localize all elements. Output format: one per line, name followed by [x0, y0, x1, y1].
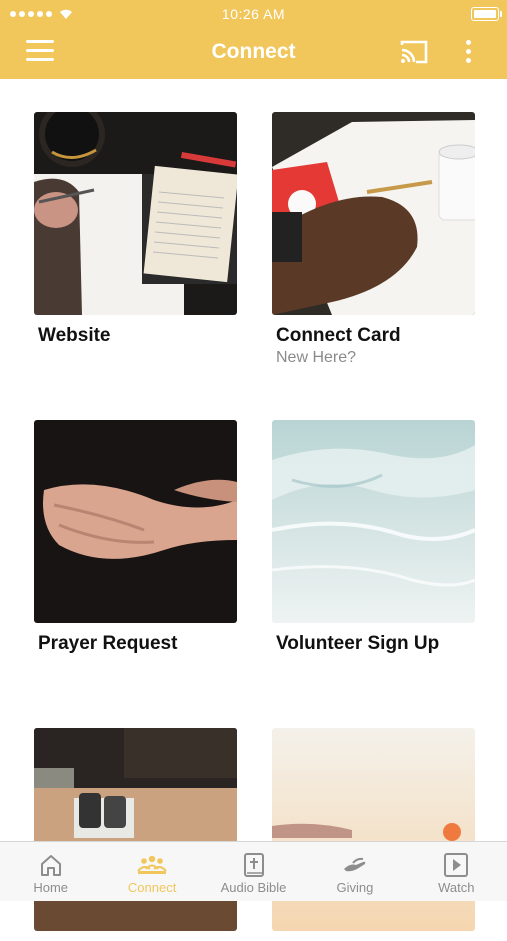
- tab-audio-bible[interactable]: Audio Bible: [203, 842, 304, 901]
- tile-prayer-request[interactable]: Prayer Request: [34, 420, 237, 655]
- play-icon: [444, 853, 469, 877]
- prayer-request-image: [34, 420, 237, 623]
- home-icon: [40, 855, 61, 876]
- connect-card-image: [272, 112, 475, 315]
- tile-5[interactable]: [34, 728, 237, 941]
- tab-home[interactable]: Home: [0, 842, 101, 901]
- tab-watch[interactable]: Watch: [406, 842, 507, 901]
- battery-icon: [471, 7, 502, 21]
- tile-label: Connect Card: [276, 325, 401, 346]
- tile-6[interactable]: [272, 728, 475, 941]
- tile-website[interactable]: Website: [34, 112, 237, 347]
- giving-hand-icon: [343, 857, 366, 872]
- tile-connect-card[interactable]: Connect Card New Here?: [272, 112, 475, 367]
- app-bar: 10:26 AM Connect: [0, 0, 507, 79]
- tab-label: Connect: [127, 880, 177, 895]
- tab-label: Audio Bible: [220, 880, 287, 895]
- people-icon: [137, 855, 167, 874]
- tab-label: Giving: [336, 880, 374, 895]
- tab-label: Home: [33, 880, 69, 895]
- status-bar: 10:26 AM: [0, 0, 507, 28]
- tab-bar: Home Connect Audio Bible Giving Watch: [0, 841, 507, 901]
- volunteer-image: [272, 420, 475, 623]
- bible-icon: [243, 853, 264, 877]
- status-time: 10:26 AM: [221, 6, 286, 22]
- tab-label: Watch: [438, 880, 475, 895]
- tile-volunteer-sign-up[interactable]: Volunteer Sign Up: [272, 420, 475, 655]
- tile-label: Volunteer Sign Up: [276, 633, 440, 654]
- tile-sublabel: New Here?: [276, 349, 357, 366]
- website-image: [34, 112, 237, 315]
- tab-connect[interactable]: Connect: [101, 842, 202, 901]
- tile-label: Website: [38, 325, 111, 346]
- cast-icon[interactable]: [399, 39, 429, 65]
- page-title: Connect: [211, 40, 296, 63]
- tab-giving[interactable]: Giving: [304, 842, 405, 901]
- more-options-icon[interactable]: [458, 40, 478, 66]
- tile-label: Prayer Request: [38, 633, 178, 654]
